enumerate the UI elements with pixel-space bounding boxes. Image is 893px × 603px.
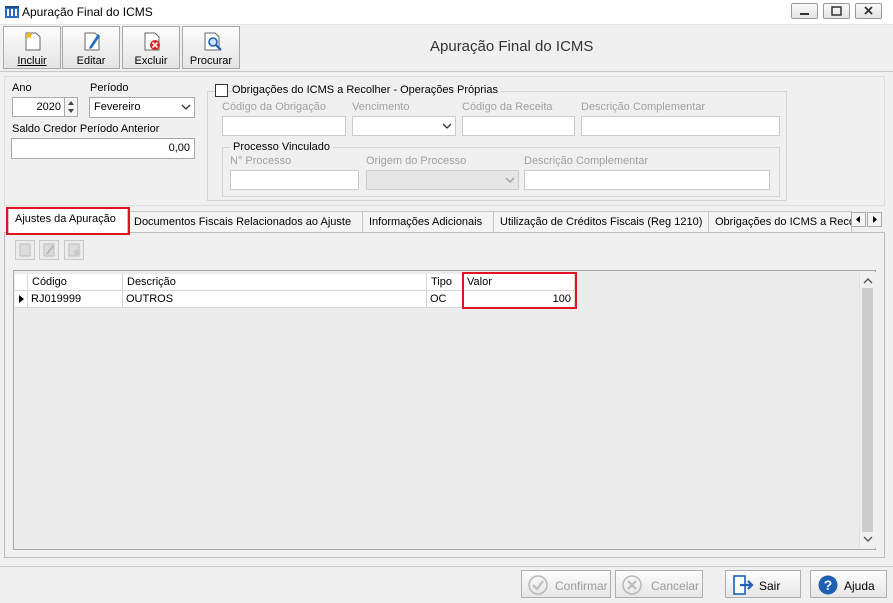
cancelar-button[interactable]: Cancelar [615,570,703,598]
delete-document-icon [144,32,160,51]
svg-text:?: ? [824,577,833,593]
codigo-obrigacao-input[interactable] [222,116,346,136]
excluir-button[interactable]: Excluir [122,26,180,69]
header-divider [0,71,893,72]
scroll-down-icon [863,536,873,542]
help-icon: ? [818,575,838,595]
ajustes-grid [13,270,876,550]
current-row-arrow-icon [19,295,24,303]
saldo-input[interactable]: 0,00 [11,138,195,159]
ajuda-label: Ajuda [844,579,875,593]
close-window-button[interactable] [855,3,882,19]
origem-processo-label: Origem do Processo [366,155,467,167]
tab-informacoes-adicionais[interactable]: Informações Adicionais [362,211,494,232]
procurar-button[interactable]: Procurar [182,26,240,69]
descricao-complementar-input[interactable] [581,116,780,136]
codigo-receita-label: Código da Receita [462,101,553,113]
exit-door-icon [733,575,754,595]
cell-tipo[interactable]: OC [427,291,463,308]
tab-scroll-right-button[interactable] [867,212,882,227]
search-document-icon [204,32,222,51]
cell-descricao[interactable]: OUTROS [123,291,427,308]
cancelar-label: Cancelar [651,579,700,593]
page-title: Apuração Final do ICMS [430,38,594,55]
origem-processo-select[interactable] [366,170,519,190]
descricao-complementar2-input[interactable] [524,170,770,190]
title-bar: Apuração Final do ICMS [0,0,893,25]
descricao-complementar-label: Descrição Complementar [581,101,706,113]
confirmar-label: Confirmar [555,579,608,593]
processo-vinculado-label: Processo Vinculado [230,141,334,153]
tab-documentos-fiscais[interactable]: Documentos Fiscais Relacionados ao Ajust… [127,211,363,232]
codigo-obrigacao-label: Código da Obrigação [222,101,326,113]
add-row-icon [19,243,31,257]
window-title: Apuração Final do ICMS [22,5,153,19]
incluir-label: Incluir [17,55,47,67]
ano-label: Ano [12,82,32,94]
editar-button[interactable]: Editar [62,26,120,69]
cancel-circle-icon [622,575,642,595]
sair-label: Sair [759,579,781,593]
vencimento-label: Vencimento [352,101,410,113]
scroll-up-icon [863,278,873,284]
chevron-down-icon [505,177,515,183]
periodo-label: Período [90,82,129,94]
chevron-down-icon [442,123,452,129]
periodo-select[interactable]: Fevereiro [89,97,195,118]
arrow-right-icon [873,216,877,223]
column-header-descricao[interactable]: Descrição [123,274,427,291]
chevron-down-icon [181,104,191,110]
grid-delete-button[interactable] [64,240,84,260]
row-indicator[interactable] [15,291,28,308]
confirmar-button[interactable]: Confirmar [521,570,611,598]
column-header-codigo[interactable]: Código [28,274,123,291]
check-circle-icon [528,575,548,595]
procurar-label: Procurar [189,55,233,67]
edit-document-icon [84,32,100,51]
obrigacoes-checkbox-label: Obrigações do ICMS a Recolher - Operaçõe… [232,84,501,96]
edit-row-icon [43,243,55,257]
arrow-left-icon [856,216,860,223]
cell-codigo[interactable]: RJ019999 [28,291,123,308]
highlight-valor-box [462,272,577,309]
delete-row-icon [68,243,81,257]
periodo-value: Fevereiro [94,101,141,113]
scroll-thumb[interactable] [862,288,873,532]
grid-vertical-scrollbar[interactable] [859,272,876,548]
grid-add-button[interactable] [15,240,35,260]
app-icon [4,4,20,20]
excluir-label: Excluir [134,55,168,67]
grid-corner [15,274,28,291]
tab-utilizacao-creditos[interactable]: Utilização de Créditos Fiscais (Reg 1210… [493,211,709,232]
grid-edit-button[interactable] [39,240,59,260]
ajuda-button[interactable]: ? Ajuda [810,570,887,598]
footer-divider [0,566,893,567]
new-document-icon [25,31,41,51]
column-header-tipo[interactable]: Tipo [427,274,463,291]
codigo-receita-input[interactable] [462,116,575,136]
incluir-button[interactable]: Incluir [3,26,61,69]
maximize-button[interactable] [823,3,850,19]
editar-label: Editar [76,55,106,67]
descricao-complementar2-label: Descrição Complementar [524,155,649,167]
saldo-label: Saldo Credor Período Anterior [12,123,160,135]
ano-spinner[interactable] [64,97,78,117]
ano-input[interactable]: 2020 [12,97,66,117]
obrigacoes-checkbox[interactable] [215,84,228,97]
sair-button[interactable]: Sair [725,570,801,598]
highlight-tab-box [6,207,130,235]
numero-processo-input[interactable] [230,170,359,190]
minimize-button[interactable] [791,3,818,19]
vencimento-select[interactable] [352,116,456,136]
tab-scroll-left-button[interactable] [851,212,866,227]
numero-processo-label: N° Processo [230,155,292,167]
tab-obrigacoes-icms[interactable]: Obrigações do ICMS a Recolher [708,211,852,232]
